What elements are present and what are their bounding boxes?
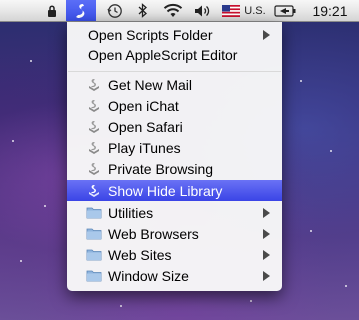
- input-source[interactable]: U.S.: [222, 0, 266, 21]
- menu-item-label: Open iChat: [108, 97, 179, 114]
- menu-item-label: Web Sites: [108, 246, 172, 263]
- battery-icon[interactable]: [272, 0, 298, 21]
- submenu-arrow-icon: [263, 30, 270, 40]
- menu-item-utilities[interactable]: Utilities: [67, 202, 282, 223]
- script-icon: [86, 183, 102, 199]
- clock-text: 19:21: [312, 2, 348, 19]
- script-icon: [86, 161, 102, 177]
- menu-item-private-browsing[interactable]: Private Browsing: [67, 158, 282, 179]
- menu-item-label: Web Browsers: [108, 225, 199, 242]
- submenu-arrow-icon: [263, 229, 270, 239]
- submenu-arrow-icon: [263, 271, 270, 281]
- menu-item-label: Open AppleScript Editor: [88, 46, 238, 63]
- script-menu-icon[interactable]: [66, 0, 96, 21]
- folder-icon: [86, 226, 102, 242]
- time-machine-icon[interactable]: [104, 0, 126, 21]
- menu-item-label: Show Hide Library: [108, 182, 223, 199]
- script-menu-dropdown: Open Scripts Folder Open AppleScript Edi…: [67, 22, 282, 291]
- script-icon: [86, 98, 102, 114]
- bluetooth-icon[interactable]: [133, 0, 153, 21]
- folder-icon: [86, 247, 102, 263]
- menu-item-label: Open Safari: [108, 118, 183, 135]
- script-icon: [86, 119, 102, 135]
- menu-item-web-browsers[interactable]: Web Browsers: [67, 223, 282, 244]
- menu-item-get-new-mail[interactable]: Get New Mail: [67, 74, 282, 95]
- menu-item-label: Get New Mail: [108, 76, 193, 93]
- menu-bar: U.S. 19:21: [0, 0, 359, 22]
- wifi-icon[interactable]: [161, 0, 185, 21]
- menu-item-label: Utilities: [108, 204, 154, 221]
- volume-icon[interactable]: [192, 0, 214, 21]
- menu-item-label: Window Size: [108, 267, 189, 284]
- menu-separator: [68, 71, 281, 72]
- menu-item-open-ichat[interactable]: Open iChat: [67, 95, 282, 116]
- menu-item-label: Play iTunes: [108, 139, 181, 156]
- menu-item-label: Private Browsing: [108, 160, 214, 177]
- menu-item-label: Open Scripts Folder: [88, 26, 213, 43]
- menu-item-window-size[interactable]: Window Size: [67, 265, 282, 286]
- menu-item-open-applescript-editor[interactable]: Open AppleScript Editor: [67, 44, 282, 65]
- submenu-arrow-icon: [263, 250, 270, 260]
- menu-item-show-hide-library[interactable]: Show Hide Library: [67, 180, 282, 201]
- menu-item-web-sites[interactable]: Web Sites: [67, 244, 282, 265]
- submenu-arrow-icon: [263, 208, 270, 218]
- menubar-clock[interactable]: 19:21: [306, 0, 354, 21]
- script-icon: [86, 77, 102, 93]
- menu-item-open-scripts-folder[interactable]: Open Scripts Folder: [67, 24, 282, 45]
- lock-icon[interactable]: [44, 0, 60, 21]
- menu-item-play-itunes[interactable]: Play iTunes: [67, 137, 282, 158]
- folder-icon: [86, 268, 102, 284]
- script-icon: [86, 140, 102, 156]
- folder-icon: [86, 205, 102, 221]
- menu-item-open-safari[interactable]: Open Safari: [67, 116, 282, 137]
- us-flag-icon: [222, 4, 241, 17]
- input-source-label: U.S.: [244, 4, 266, 17]
